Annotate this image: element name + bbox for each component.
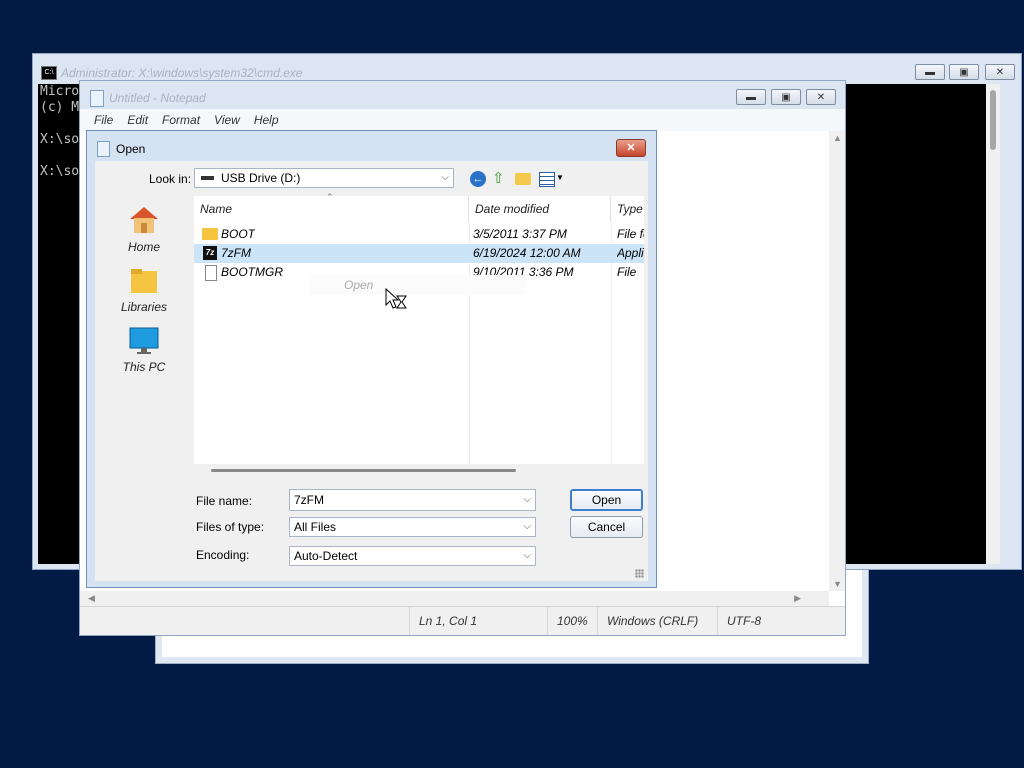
chevron-down-icon: ⌵ xyxy=(441,172,449,183)
menu-edit[interactable]: Edit xyxy=(127,113,148,127)
encoding-combo[interactable]: Auto-Detect ⌵ xyxy=(289,546,536,566)
menu-file[interactable]: File xyxy=(94,113,113,127)
vertical-scrollbar[interactable]: ▲ ▼ xyxy=(829,131,845,591)
open-button[interactable]: Open xyxy=(570,489,643,511)
sort-ascending-icon: ⌃ xyxy=(326,192,334,202)
place-this-pc[interactable]: This PC xyxy=(99,325,189,374)
menu-bar: File Edit Format View Help xyxy=(80,109,845,131)
status-line-ending: Windows (CRLF) xyxy=(597,607,717,635)
open-dialog[interactable]: Open ✕ Look in: USB Drive (D:) ⌵ ← ⇧ ▼ H… xyxy=(86,130,657,588)
tooltip: Open xyxy=(310,275,526,295)
file-name: BOOTMGR xyxy=(221,265,283,279)
horizontal-scrollbar[interactable] xyxy=(211,469,516,472)
horizontal-scrollbar[interactable]: ◀ ▶ xyxy=(80,591,829,607)
file-type: Appli xyxy=(617,246,644,260)
dialog-body: Look in: USB Drive (D:) ⌵ ← ⇧ ▼ Home Lib… xyxy=(95,161,648,581)
chevron-down-icon: ⌵ xyxy=(523,521,531,532)
home-icon xyxy=(130,207,158,233)
monitor-icon xyxy=(129,327,159,354)
look-in-value: USB Drive (D:) xyxy=(221,171,301,185)
folder-icon xyxy=(202,228,218,240)
file-type-combo[interactable]: All Files ⌵ xyxy=(289,517,536,537)
file-row-boot[interactable]: BOOT 3/5/2011 3:37 PM File fo xyxy=(194,225,644,244)
dialog-title: Open xyxy=(116,142,146,156)
libraries-icon xyxy=(131,269,157,293)
cmd-title: Administrator: X:\windows\system32\cmd.e… xyxy=(61,66,303,80)
file-type: File fo xyxy=(617,227,644,241)
dialog-icon xyxy=(97,141,110,157)
place-home[interactable]: Home xyxy=(99,203,189,254)
status-position: Ln 1, Col 1 xyxy=(409,607,549,635)
menu-view[interactable]: View xyxy=(214,113,240,127)
look-in-combo[interactable]: USB Drive (D:) ⌵ xyxy=(194,168,454,188)
back-icon[interactable]: ← xyxy=(470,171,486,187)
status-encoding: UTF-8 xyxy=(717,607,827,635)
close-button[interactable]: ✕ xyxy=(806,89,836,105)
file-date: 6/19/2024 12:00 AM xyxy=(473,246,581,260)
file-name: BOOT xyxy=(221,227,256,241)
status-bar: Ln 1, Col 1 100% Windows (CRLF) UTF-8 xyxy=(80,606,845,635)
encoding-label: Encoding: xyxy=(196,548,250,562)
file-icon xyxy=(205,265,217,281)
column-date-modified[interactable]: Date modified xyxy=(469,196,611,222)
minimize-button[interactable]: ▬ xyxy=(736,89,766,105)
file-name-label: File name: xyxy=(196,494,253,508)
view-menu-icon[interactable] xyxy=(539,172,555,187)
place-label: Libraries xyxy=(120,300,168,314)
maximize-button[interactable]: ▣ xyxy=(771,89,801,105)
scroll-down-icon[interactable]: ▼ xyxy=(833,579,842,589)
look-in-label: Look in: xyxy=(149,172,192,186)
file-type-label: Files of type: xyxy=(196,520,265,534)
busy-cursor-icon xyxy=(385,288,407,309)
drive-icon xyxy=(201,176,214,180)
file-type: File xyxy=(617,265,637,279)
cancel-button[interactable]: Cancel xyxy=(570,516,643,538)
console-icon: C:\ xyxy=(41,66,57,80)
scroll-up-icon[interactable]: ▲ xyxy=(833,133,842,143)
close-button[interactable]: ✕ xyxy=(985,64,1015,80)
scrollbar[interactable] xyxy=(986,84,1000,564)
file-date: 3/5/2011 3:37 PM xyxy=(473,227,567,241)
column-type[interactable]: Type xyxy=(611,196,644,222)
up-folder-icon[interactable]: ⇧ xyxy=(492,170,508,187)
chevron-down-icon: ⌵ xyxy=(523,550,531,561)
menu-format[interactable]: Format xyxy=(162,113,200,127)
menu-help[interactable]: Help xyxy=(254,113,279,127)
file-row-7zfm[interactable]: 7z 7zFM 6/19/2024 12:00 AM Appli xyxy=(194,244,644,263)
notepad-icon xyxy=(90,90,104,107)
scroll-left-icon[interactable]: ◀ xyxy=(88,593,95,604)
chevron-down-icon[interactable]: ▼ xyxy=(556,173,564,182)
new-folder-icon[interactable] xyxy=(515,173,531,185)
place-libraries[interactable]: Libraries xyxy=(99,265,189,314)
resize-grip-icon[interactable] xyxy=(635,569,644,578)
file-list[interactable]: Name ⌃ Date modified Type BOOT 3/5/2011 … xyxy=(194,192,644,472)
scroll-right-icon[interactable]: ▶ xyxy=(794,593,801,604)
notepad-title: Untitled - Notepad xyxy=(109,91,206,105)
file-name-value: 7zFM xyxy=(294,493,324,507)
place-label: Home xyxy=(127,240,160,254)
encoding-value: Auto-Detect xyxy=(294,549,358,563)
place-label: This PC xyxy=(122,360,166,374)
file-name-combo[interactable]: 7zFM ⌵ xyxy=(289,489,536,511)
maximize-button[interactable]: ▣ xyxy=(949,64,979,80)
chevron-down-icon: ⌵ xyxy=(523,494,531,505)
status-zoom: 100% xyxy=(547,607,597,635)
minimize-button[interactable]: ▬ xyxy=(915,64,945,80)
file-type-value: All Files xyxy=(294,520,337,534)
file-name: 7zFM xyxy=(221,246,251,260)
7zip-icon: 7z xyxy=(203,246,217,260)
dialog-close-button[interactable]: ✕ xyxy=(616,139,646,157)
